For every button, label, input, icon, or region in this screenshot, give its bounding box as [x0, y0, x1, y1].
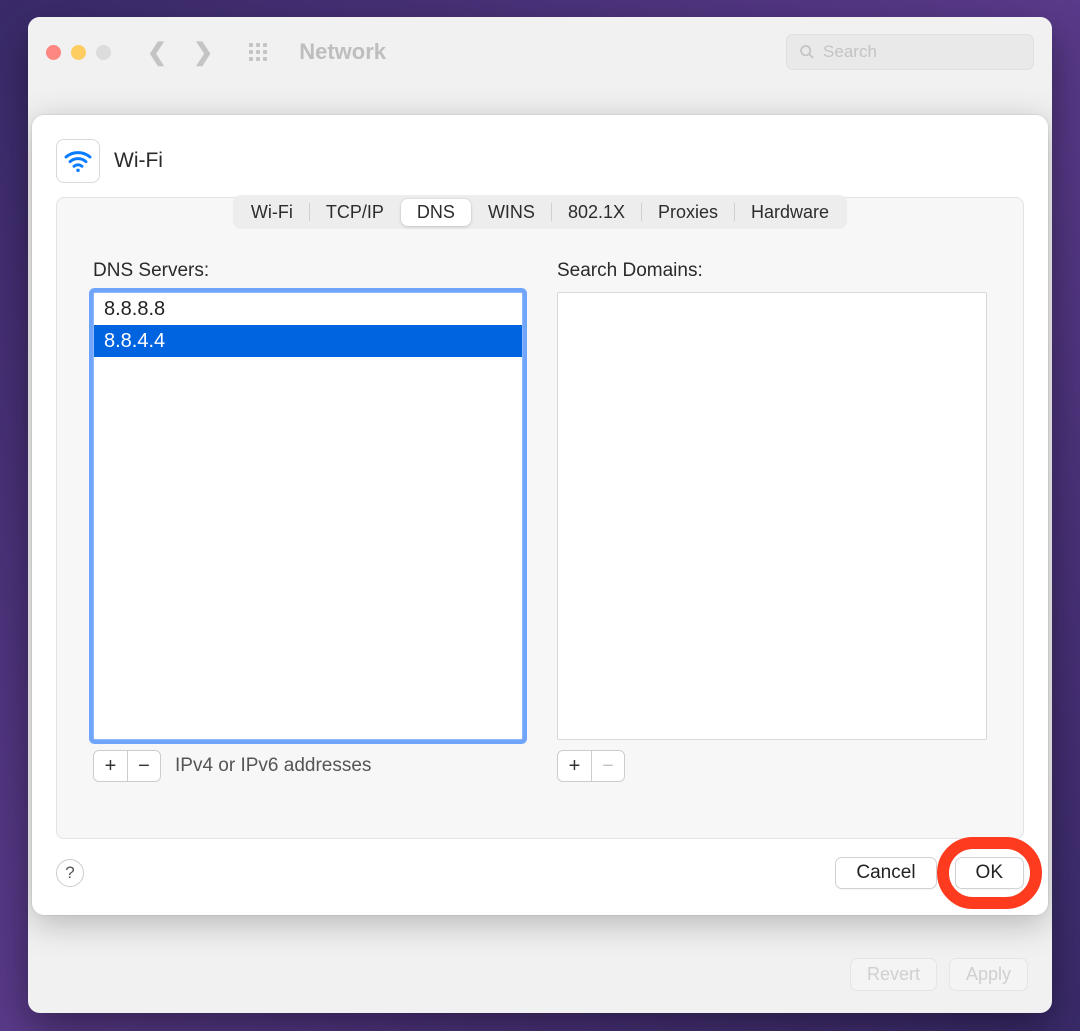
- forward-button[interactable]: ❯: [193, 38, 213, 67]
- tab-dns[interactable]: DNS: [401, 199, 471, 226]
- search-domains-footer: + −: [557, 750, 987, 782]
- tab-bar: Wi-FiTCP/IPDNSWINS802.1XProxiesHardware: [57, 195, 1023, 229]
- remove-dns-server-button[interactable]: −: [127, 751, 160, 781]
- help-button[interactable]: ?: [56, 859, 84, 887]
- dns-servers-label: DNS Servers:: [93, 260, 523, 282]
- wifi-icon: [56, 139, 100, 183]
- tab-proxies[interactable]: Proxies: [642, 199, 734, 226]
- zoom-window-button[interactable]: [96, 45, 111, 60]
- tab-panel: Wi-FiTCP/IPDNSWINS802.1XProxiesHardware …: [56, 197, 1024, 839]
- search-domains-list[interactable]: [557, 292, 987, 740]
- search-input[interactable]: [823, 42, 1021, 62]
- titlebar: ❮ ❯ Network: [28, 17, 1052, 87]
- tab-tcpip[interactable]: TCP/IP: [310, 199, 400, 226]
- dns-servers-footer: + − IPv4 or IPv6 addresses: [93, 750, 523, 782]
- search-icon: [799, 43, 815, 61]
- dns-hint-label: IPv4 or IPv6 addresses: [175, 755, 371, 777]
- dns-servers-pm-group: + −: [93, 750, 161, 782]
- system-preferences-window: ❮ ❯ Network Revert Apply: [28, 17, 1052, 1013]
- search-domains-pm-group: + −: [557, 750, 625, 782]
- minimize-window-button[interactable]: [71, 45, 86, 60]
- wifi-advanced-sheet: Wi-Fi Wi-FiTCP/IPDNSWINS802.1XProxiesHar…: [32, 115, 1048, 915]
- close-window-button[interactable]: [46, 45, 61, 60]
- search-domains-column: Search Domains: + −: [557, 260, 987, 782]
- sheet-actions: Cancel OK: [835, 857, 1024, 889]
- remove-search-domain-button[interactable]: −: [591, 751, 624, 781]
- tab-wifi[interactable]: Wi-Fi: [235, 199, 309, 226]
- window-title: Network: [299, 39, 386, 65]
- sheet-header: Wi-Fi: [56, 139, 1024, 183]
- dns-servers-list[interactable]: 8.8.8.88.8.4.4: [93, 292, 523, 740]
- dns-columns: DNS Servers: 8.8.8.88.8.4.4 + − IPv4 or …: [57, 232, 1023, 782]
- tab-8021x[interactable]: 802.1X: [552, 199, 641, 226]
- cancel-button[interactable]: Cancel: [835, 857, 936, 889]
- add-search-domain-button[interactable]: +: [558, 751, 591, 781]
- ok-button[interactable]: OK: [955, 857, 1024, 889]
- add-dns-server-button[interactable]: +: [94, 751, 127, 781]
- show-all-icon[interactable]: [249, 43, 267, 61]
- search-domains-label: Search Domains:: [557, 260, 987, 282]
- window-bottom-actions: Revert Apply: [850, 958, 1028, 991]
- ok-button-highlight: OK: [955, 857, 1024, 889]
- dns-server-item[interactable]: 8.8.4.4: [94, 325, 522, 357]
- nav-arrows: ❮ ❯: [147, 38, 213, 67]
- traffic-lights: [46, 45, 111, 60]
- apply-button[interactable]: Apply: [949, 958, 1028, 991]
- dns-servers-column: DNS Servers: 8.8.8.88.8.4.4 + − IPv4 or …: [93, 260, 523, 782]
- tab-wins[interactable]: WINS: [472, 199, 551, 226]
- dns-server-item[interactable]: 8.8.8.8: [94, 293, 522, 325]
- sheet-footer: ? Cancel OK: [56, 857, 1024, 889]
- sheet-title: Wi-Fi: [114, 149, 163, 173]
- tab-hardware[interactable]: Hardware: [735, 199, 845, 226]
- search-box[interactable]: [786, 34, 1034, 70]
- back-button[interactable]: ❮: [147, 38, 167, 67]
- revert-button[interactable]: Revert: [850, 958, 937, 991]
